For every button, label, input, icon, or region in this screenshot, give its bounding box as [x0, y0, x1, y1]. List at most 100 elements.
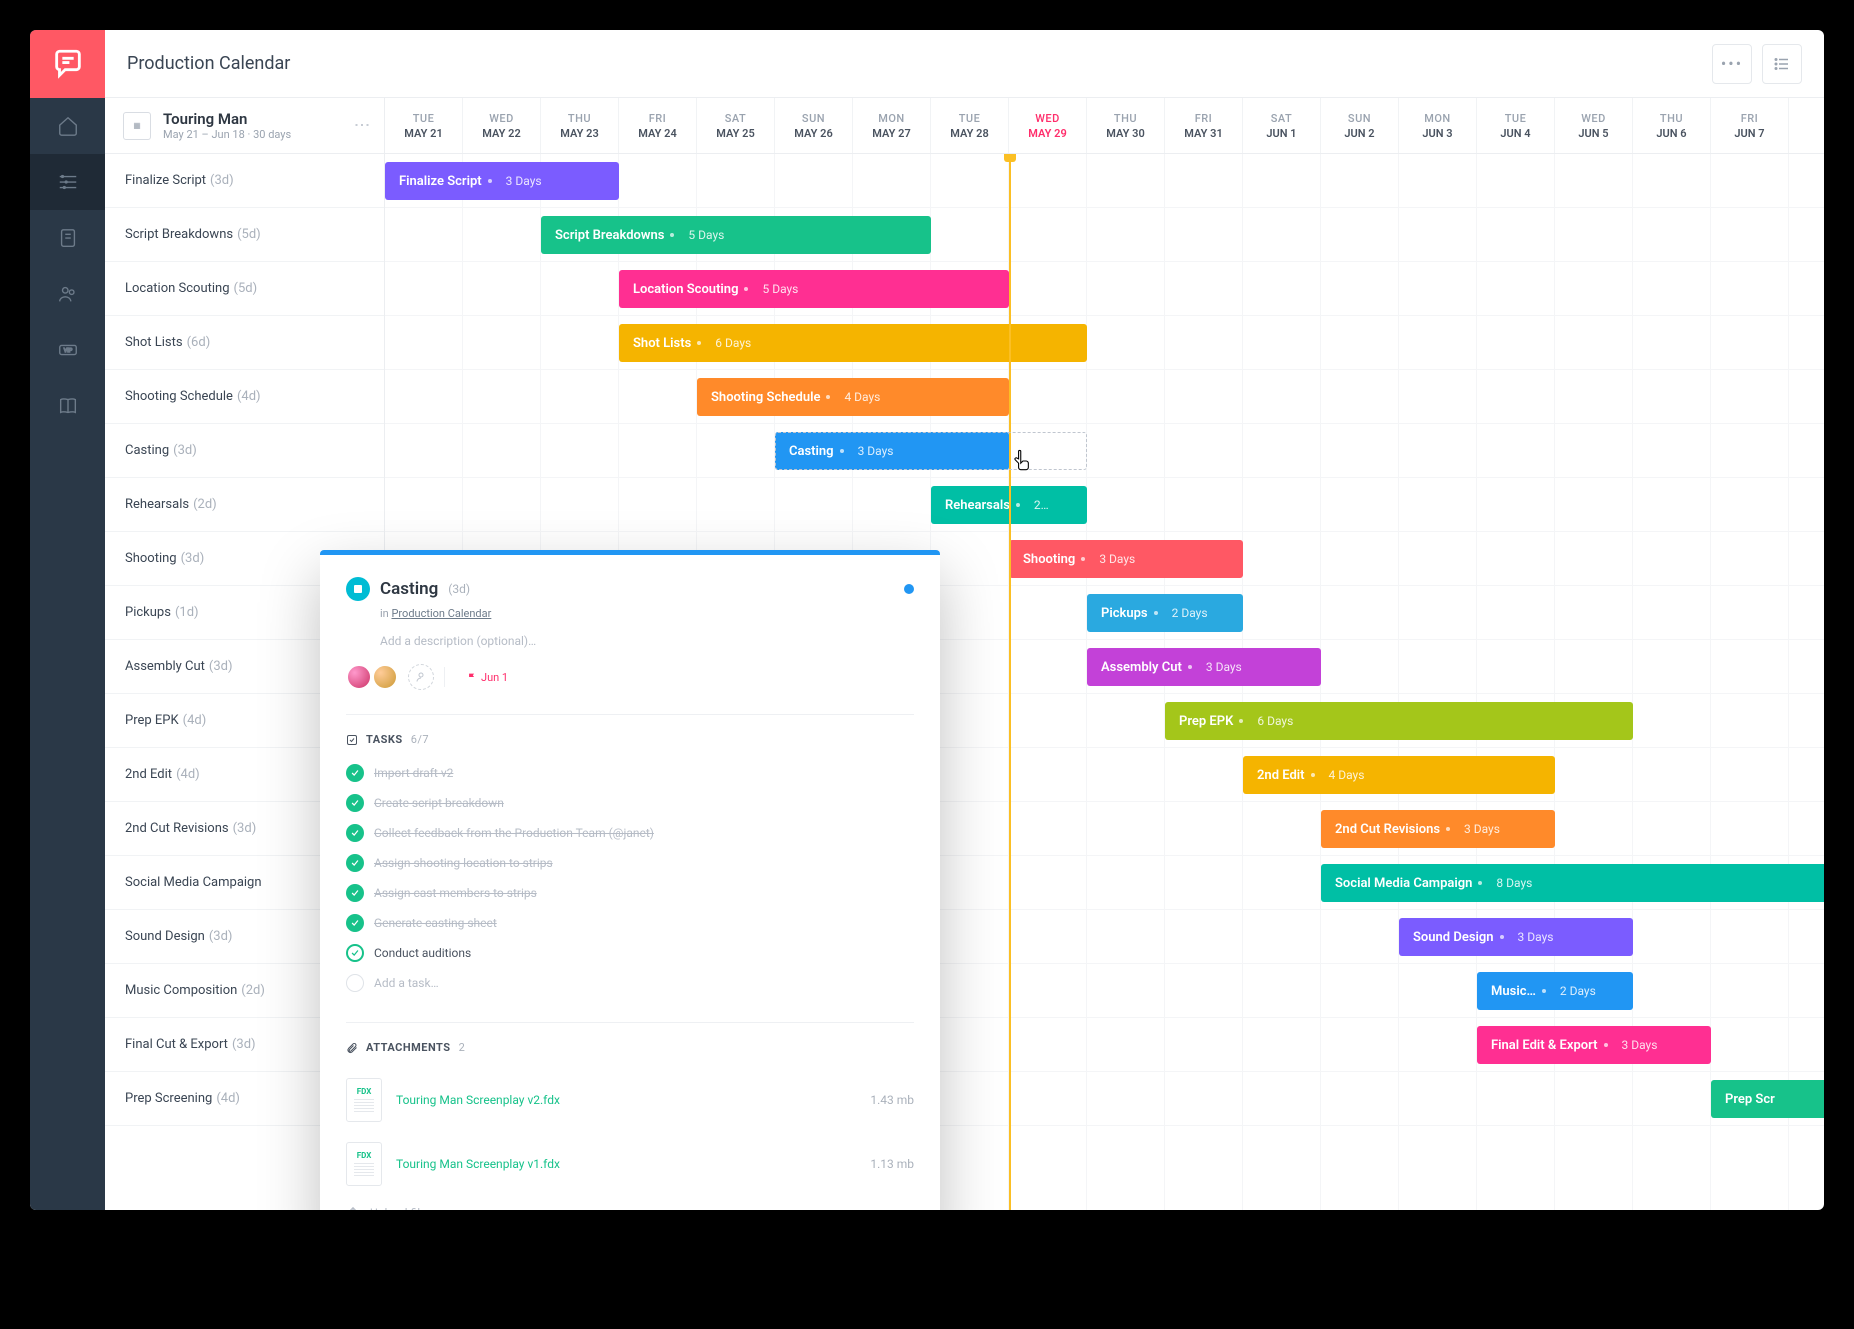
nav-script[interactable]: [30, 210, 105, 266]
subtask-item[interactable]: Import draft v2: [346, 758, 914, 788]
date-column[interactable]: THUMAY 23: [541, 98, 619, 153]
paperclip-icon: [346, 1042, 358, 1054]
breadcrumb-link[interactable]: Production Calendar: [391, 607, 491, 620]
gantt-bar[interactable]: Music…2 Days: [1477, 972, 1633, 1010]
task-row[interactable]: Rehearsals (2d): [105, 478, 384, 532]
upload-file-button[interactable]: Upload file…: [346, 1206, 914, 1210]
subtask-item[interactable]: Assign shooting location to strips: [346, 848, 914, 878]
gantt-bar[interactable]: Prep EPK6 Days: [1165, 702, 1633, 740]
description-input[interactable]: Add a description (optional)…: [380, 634, 914, 648]
nav-vip[interactable]: VIP: [30, 322, 105, 378]
task-row[interactable]: Shooting Schedule (4d): [105, 370, 384, 424]
nav-book[interactable]: [30, 378, 105, 434]
date-column[interactable]: WEDMAY 22: [463, 98, 541, 153]
due-date[interactable]: Jun 1: [467, 671, 508, 684]
empty-check-icon: [346, 974, 364, 992]
file-thumb: FDX: [346, 1142, 382, 1186]
check-icon[interactable]: [346, 884, 364, 902]
gantt-bar[interactable]: Shooting3 Days: [1009, 540, 1243, 578]
add-task-input[interactable]: Add a task…: [346, 968, 914, 998]
subtask-item[interactable]: Create script breakdown: [346, 788, 914, 818]
check-icon[interactable]: [346, 764, 364, 782]
date-column[interactable]: WEDMAY 29: [1009, 98, 1087, 153]
list-icon: [1773, 55, 1791, 73]
check-icon[interactable]: [346, 794, 364, 812]
file-thumb: FDX: [346, 1078, 382, 1122]
avatar[interactable]: [372, 664, 398, 690]
app-window: VIP Production Calendar ••• ▦ Touring Ma…: [30, 30, 1824, 1210]
check-icon[interactable]: [346, 944, 364, 962]
attachment-item[interactable]: FDXTouring Man Screenplay v1.fdx1.13 mb: [346, 1132, 914, 1196]
project-cell[interactable]: ▦ Touring Man May 21 – Jun 18 · 30 days …: [105, 98, 385, 153]
date-column[interactable]: WEDJUN 5: [1555, 98, 1633, 153]
gantt-bar[interactable]: Finalize Script3 Days: [385, 162, 619, 200]
check-icon[interactable]: [346, 824, 364, 842]
gantt-bar[interactable]: Prep Scr: [1711, 1080, 1824, 1118]
cursor-pointer-icon: [1011, 448, 1037, 474]
date-column[interactable]: MONMAY 27: [853, 98, 931, 153]
gantt-bar[interactable]: Assembly Cut3 Days: [1087, 648, 1321, 686]
gantt-bar[interactable]: Script Breakdowns5 Days: [541, 216, 931, 254]
category-icon: [346, 577, 370, 601]
gantt-bar[interactable]: Social Media Campaign8 Days: [1321, 864, 1824, 902]
attachments-label: ATTACHMENTS: [366, 1041, 451, 1054]
date-column[interactable]: THUMAY 30: [1087, 98, 1165, 153]
attachment-item[interactable]: FDXTouring Man Screenplay v2.fdx1.43 mb: [346, 1068, 914, 1132]
date-column[interactable]: SUNMAY 26: [775, 98, 853, 153]
ellipsis-icon: •••: [1721, 54, 1743, 73]
date-column[interactable]: THUJUN 6: [1633, 98, 1711, 153]
task-row[interactable]: Casting (3d): [105, 424, 384, 478]
page-title: Production Calendar: [127, 53, 290, 74]
date-column[interactable]: FRIMAY 24: [619, 98, 697, 153]
nav-team[interactable]: [30, 266, 105, 322]
today-indicator: [1009, 154, 1011, 1210]
task-row[interactable]: Finalize Script (3d): [105, 154, 384, 208]
left-sidebar: VIP: [30, 30, 105, 1210]
gantt-bar[interactable]: Shooting Schedule4 Days: [697, 378, 1009, 416]
list-view-button[interactable]: [1762, 44, 1802, 84]
date-column[interactable]: FRIMAY 31: [1165, 98, 1243, 153]
subtask-item[interactable]: Conduct auditions: [346, 938, 914, 968]
gantt-bar[interactable]: Final Edit & Export3 Days: [1477, 1026, 1711, 1064]
avatar[interactable]: [346, 664, 372, 690]
subtask-item[interactable]: Assign cast members to strips: [346, 878, 914, 908]
gantt-bar[interactable]: Location Scouting5 Days: [619, 270, 1009, 308]
date-column[interactable]: MONJUN 3: [1399, 98, 1477, 153]
drag-ghost: [775, 432, 1087, 470]
gantt-bar[interactable]: Pickups2 Days: [1087, 594, 1243, 632]
gantt-bar[interactable]: Shot Lists6 Days: [619, 324, 1087, 362]
date-column[interactable]: SUNJUN 2: [1321, 98, 1399, 153]
task-row[interactable]: Shot Lists (6d): [105, 316, 384, 370]
gantt-bar[interactable]: Sound Design3 Days: [1399, 918, 1633, 956]
upload-icon: [346, 1206, 360, 1210]
app-logo[interactable]: [30, 30, 105, 98]
task-row[interactable]: Script Breakdowns (5d): [105, 208, 384, 262]
add-assignee-button[interactable]: [408, 664, 434, 690]
nav-calendar[interactable]: [30, 154, 105, 210]
topbar: Production Calendar •••: [105, 30, 1824, 98]
task-detail-panel: Casting (3d) in Production Calendar Add …: [320, 550, 940, 1210]
date-column[interactable]: TUEMAY 28: [931, 98, 1009, 153]
check-icon[interactable]: [346, 914, 364, 932]
date-column[interactable]: FRIJUN 7: [1711, 98, 1789, 153]
project-icon: ▦: [123, 112, 151, 140]
check-icon[interactable]: [346, 854, 364, 872]
subtask-item[interactable]: Collect feedback from the Production Tea…: [346, 818, 914, 848]
panel-duration: (3d): [448, 582, 470, 596]
project-name: Touring Man: [163, 110, 291, 128]
tasks-label: TASKS: [366, 733, 403, 746]
gantt-bar[interactable]: 2nd Edit4 Days: [1243, 756, 1555, 794]
subtask-item[interactable]: Generate casting sheet: [346, 908, 914, 938]
status-indicator[interactable]: [904, 584, 914, 594]
gantt-bar[interactable]: 2nd Cut Revisions3 Days: [1321, 810, 1555, 848]
panel-breadcrumb: in Production Calendar: [380, 607, 914, 620]
kebab-icon[interactable]: ⋮: [353, 117, 372, 134]
more-options-button[interactable]: •••: [1712, 44, 1752, 84]
date-column[interactable]: TUEJUN 4: [1477, 98, 1555, 153]
date-column[interactable]: TUEMAY 21: [385, 98, 463, 153]
svg-text:VIP: VIP: [63, 348, 72, 354]
date-column[interactable]: SATJUN 1: [1243, 98, 1321, 153]
nav-home[interactable]: [30, 98, 105, 154]
task-row[interactable]: Location Scouting (5d): [105, 262, 384, 316]
date-column[interactable]: SATMAY 25: [697, 98, 775, 153]
